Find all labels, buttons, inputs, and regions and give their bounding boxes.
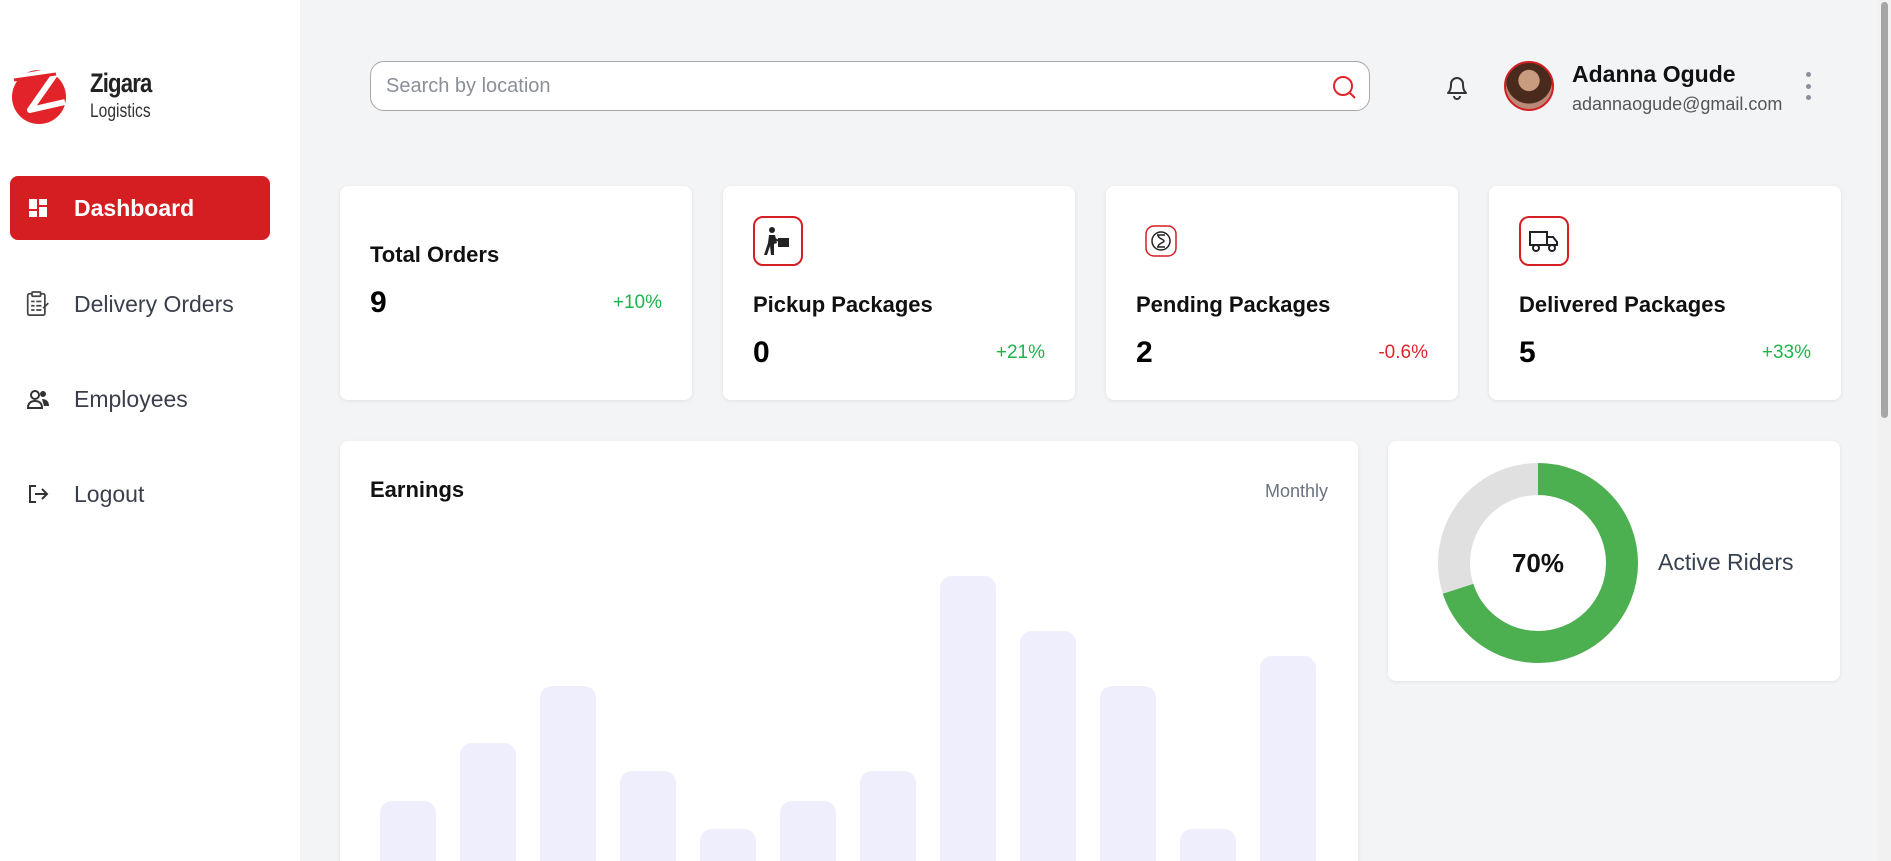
clipboard-list-icon — [26, 291, 50, 316]
earnings-bar — [940, 576, 996, 861]
sidebar-item-logout[interactable]: Logout — [10, 462, 270, 526]
stat-value: 0 — [753, 336, 770, 369]
more-options-icon[interactable] — [1800, 72, 1816, 100]
stat-title: Pending Packages — [1136, 292, 1331, 317]
page-scrollbar[interactable] — [1878, 0, 1891, 861]
user-name: Adanna Ogude — [1572, 61, 1736, 87]
stat-title: Total Orders — [370, 242, 500, 267]
stat-card-pending-packages: Pending Packages 2 -0.6% — [1106, 186, 1458, 400]
earnings-card: Earnings Monthly — [340, 441, 1358, 861]
earnings-bar — [620, 771, 676, 861]
stat-title: Pickup Packages — [753, 292, 933, 317]
earnings-bar — [860, 771, 916, 861]
scrollbar-thumb[interactable] — [1881, 2, 1888, 418]
sidebar-item-employees[interactable]: Employees — [10, 367, 270, 431]
stat-change: +21% — [995, 342, 1045, 363]
search-bar[interactable] — [370, 61, 1370, 111]
sidebar-item-delivery-orders[interactable]: Delivery Orders — [10, 272, 270, 336]
earnings-bar — [380, 801, 436, 861]
stat-card-total-orders: Total Orders 9 +10% — [340, 186, 692, 400]
search-input[interactable] — [386, 74, 1306, 98]
stat-value: 9 — [370, 286, 387, 319]
delivery-person-icon — [753, 216, 803, 266]
earnings-chart — [380, 576, 1316, 861]
sidebar-item-label: Dashboard — [74, 194, 195, 221]
earnings-bar — [1020, 631, 1076, 861]
earnings-title: Earnings — [370, 477, 465, 502]
hourglass-icon — [1136, 216, 1186, 266]
notification-bell-icon[interactable] — [1442, 70, 1472, 102]
sidebar-item-dashboard[interactable]: Dashboard — [10, 176, 270, 240]
earnings-bar — [780, 801, 836, 861]
sidebar: Zigara Logistics Dashboard Delivery Orde… — [0, 0, 300, 861]
earnings-bar — [700, 829, 756, 861]
user-email: adannaogude@gmail.com — [1572, 94, 1783, 114]
sidebar-item-label: Logout — [74, 480, 145, 507]
users-icon — [26, 387, 50, 411]
stat-title: Delivered Packages — [1519, 292, 1726, 317]
stat-card-delivered-packages: Delivered Packages 5 +33% — [1489, 186, 1841, 400]
brand-name: Zigara — [90, 67, 152, 98]
avatar[interactable] — [1504, 61, 1554, 111]
active-riders-card: 70% Active Riders — [1388, 441, 1840, 681]
active-riders-label: Active Riders — [1658, 549, 1794, 575]
period-selector[interactable]: Monthly — [1265, 481, 1328, 502]
logout-icon — [26, 482, 50, 506]
active-riders-donut: 70% — [1438, 463, 1638, 663]
zigara-logo-icon — [12, 67, 66, 124]
truck-icon — [1519, 216, 1569, 266]
stat-change: +33% — [1761, 342, 1811, 363]
brand-subtitle: Logistics — [90, 100, 151, 122]
stat-change: -0.6% — [1378, 342, 1428, 363]
sidebar-item-label: Employees — [74, 385, 188, 412]
earnings-bar — [1260, 656, 1316, 861]
stat-card-pickup-packages: Pickup Packages 0 +21% — [723, 186, 1075, 400]
earnings-bar — [460, 743, 516, 861]
brand-logo[interactable]: Zigara Logistics — [10, 64, 165, 126]
stat-change: +10% — [612, 292, 662, 313]
earnings-bar — [540, 686, 596, 861]
dashboard-icon — [26, 196, 50, 220]
earnings-bar — [1180, 829, 1236, 861]
search-icon[interactable] — [1331, 74, 1357, 100]
donut-percent-label: 70% — [1512, 548, 1564, 578]
stat-value: 5 — [1519, 336, 1536, 369]
stat-value: 2 — [1136, 336, 1153, 369]
earnings-bar — [1100, 686, 1156, 861]
sidebar-item-label: Delivery Orders — [74, 290, 234, 317]
